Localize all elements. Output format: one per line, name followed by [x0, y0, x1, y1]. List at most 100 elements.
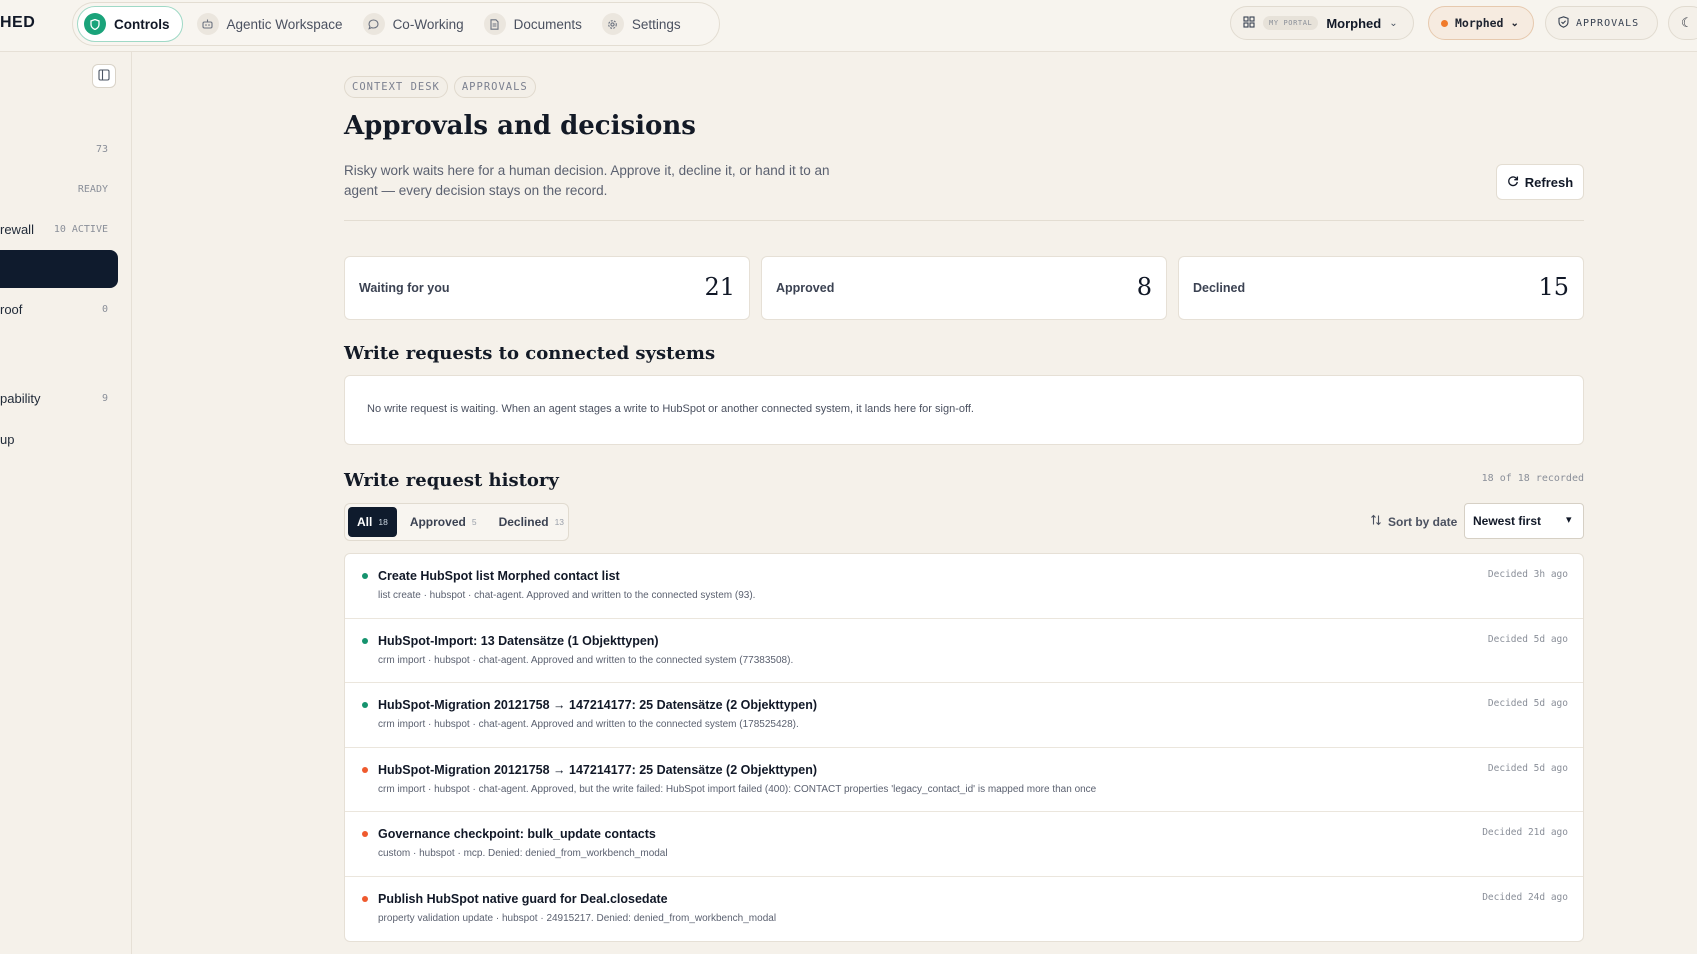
stat-label: Declined [1193, 281, 1246, 295]
history-row-detail: crm import · hubspot · chat-agent. Appro… [378, 783, 1097, 795]
nav-documents[interactable]: Documents [474, 6, 592, 42]
history-row[interactable]: Governance checkpoint: bulk_update conta… [345, 812, 1583, 877]
sidebar-item-capability[interactable]: pability 9 [0, 383, 118, 413]
history-row-timestamp: Decided 24d ago [1482, 891, 1568, 903]
filter-count: 5 [471, 517, 477, 527]
history-row[interactable]: HubSpot-Import: 13 Datensätze (1 Objektt… [345, 619, 1583, 683]
sidebar-item-firewall[interactable]: rewall 10 ACTIVE [0, 214, 118, 244]
approvals-label: APPROVALS [1576, 17, 1640, 29]
nav-co-working[interactable]: Co-Working [353, 6, 474, 42]
nav-settings[interactable]: Settings [592, 6, 691, 42]
refresh-button[interactable]: Refresh [1496, 164, 1584, 200]
nav-controls[interactable]: Controls [77, 6, 183, 42]
status-dot-declined [362, 831, 368, 837]
sidebar: 73 READY rewall 10 ACTIVE roof 0 pabilit… [0, 52, 132, 954]
stat-card-approved[interactable]: Approved 8 [761, 256, 1167, 320]
filter-approved[interactable]: Approved 5 [401, 507, 486, 537]
refresh-label: Refresh [1524, 174, 1574, 190]
sidebar-item-label: rewall [0, 221, 34, 237]
filter-count: 18 [378, 517, 388, 527]
history-row-title: Publish HubSpot native guard for Deal.cl… [378, 891, 668, 906]
theme-toggle[interactable]: ☾ [1668, 6, 1697, 40]
status-dot [1441, 19, 1448, 27]
write-requests-empty-state: No write request is waiting. When an age… [344, 375, 1584, 445]
history-title: Write request history [344, 470, 559, 491]
sidebar-item-label: up [0, 431, 15, 447]
nav-label: Controls [114, 16, 170, 32]
sidebar-item-proof[interactable]: roof 0 [0, 294, 118, 324]
nav-label: Documents [513, 16, 582, 32]
sidebar-item-count: 9 [101, 392, 108, 404]
status-dot-approved [362, 637, 368, 644]
status-dot-declined [362, 766, 368, 773]
stat-label: Approved [776, 281, 835, 295]
history-row-timestamp: Decided 21d ago [1482, 827, 1568, 838]
breadcrumb-item[interactable]: APPROVALS [453, 76, 536, 98]
history-row-detail: custom · hubspot · mcp. Denied: denied_f… [378, 848, 668, 859]
history-row[interactable]: HubSpot-Migration 20121758 → 147214177: … [345, 748, 1583, 812]
recorded-count: 18 of 18 recorded [1481, 473, 1584, 484]
history-list: Create HubSpot list Morphed contact list… [344, 553, 1584, 942]
gear-icon [601, 13, 624, 35]
nav-label: Settings [631, 16, 681, 32]
sidebar-item-label: roof [0, 301, 23, 317]
filter-declined[interactable]: Declined 13 [490, 507, 573, 537]
portal-switcher[interactable]: MY PORTAL Morphed ⌄ [1230, 6, 1414, 40]
sort-icon [1370, 514, 1382, 529]
sidebar-item-label: pability [0, 390, 41, 406]
document-icon [483, 13, 506, 35]
history-row-detail: list create · hubspot · chat-agent. Appr… [378, 590, 756, 601]
status-dot-approved [362, 573, 368, 579]
page-title: Approvals and decisions [344, 111, 696, 141]
workspace-label: Morphed [1455, 16, 1504, 30]
sidebar-item-count: 73 [95, 143, 108, 155]
write-requests-title: Write requests to connected systems [344, 343, 716, 364]
history-row[interactable]: HubSpot-Migration 20121758 → 147214177: … [345, 683, 1583, 748]
portal-name: Morphed [1326, 15, 1382, 31]
sidebar-item[interactable]: READY [0, 174, 118, 204]
filter-all[interactable]: All 18 [348, 507, 397, 537]
sidebar-item[interactable]: 73 [0, 134, 118, 164]
stat-label: Waiting for you [359, 281, 450, 295]
breadcrumb-item[interactable]: CONTEXT DESK [344, 76, 448, 98]
history-row[interactable]: Create HubSpot list Morphed contact list… [345, 554, 1583, 619]
shield-check-icon [1558, 15, 1569, 31]
history-row-timestamp: Decided 3h ago [1487, 569, 1568, 580]
history-row-title: HubSpot-Migration 20121758 → 147214177: … [378, 762, 818, 777]
robot-icon [196, 13, 219, 35]
filter-label: Declined [498, 515, 549, 529]
nav-agentic-workspace[interactable]: Agentic Workspace [187, 6, 353, 42]
sort-label: Sort by date [1370, 514, 1457, 529]
sidebar-item-active[interactable] [0, 250, 118, 288]
filter-label: Approved [409, 515, 466, 529]
approvals-button[interactable]: APPROVALS [1545, 6, 1658, 40]
sort-order-select[interactable]: Newest first [1464, 503, 1584, 539]
main-nav: Controls Agentic Workspace Co-Working Do… [72, 2, 720, 46]
stat-value: 15 [1538, 273, 1569, 301]
history-row-detail: crm import · hubspot · chat-agent. Appro… [378, 719, 799, 730]
history-row-title: Create HubSpot list Morphed contact list [378, 569, 620, 583]
history-row-detail: crm import · hubspot · chat-agent. Appro… [378, 654, 794, 666]
stat-value: 21 [704, 273, 735, 301]
filter-label: All [357, 515, 373, 529]
history-filter-tabs: All 18 Approved 5 Declined 13 [344, 503, 569, 541]
chevron-down-icon: ⌄ [1389, 17, 1398, 29]
stat-card-waiting[interactable]: Waiting for you 21 [344, 256, 750, 320]
moon-icon: ☾ [1681, 15, 1693, 30]
history-row-title: HubSpot-Migration 20121758 → 147214177: … [378, 698, 818, 712]
brand-logo[interactable]: HED [0, 14, 35, 32]
sidebar-item-status: 10 ACTIVE [53, 223, 108, 235]
sidebar-item-status: READY [77, 183, 108, 195]
stat-value: 8 [1136, 273, 1152, 301]
portal-tag: MY PORTAL [1263, 16, 1319, 30]
workspace-switcher[interactable]: Morphed ⌄ [1428, 6, 1534, 40]
history-row[interactable]: Publish HubSpot native guard for Deal.cl… [345, 877, 1583, 942]
chevron-down-icon: ⌄ [1510, 17, 1519, 29]
stat-card-declined[interactable]: Declined 15 [1178, 256, 1584, 320]
grid-icon [1243, 15, 1255, 31]
sidebar-collapse-button[interactable] [92, 64, 116, 88]
filter-count: 13 [554, 517, 565, 527]
sidebar-item-group[interactable]: up [0, 424, 118, 454]
divider [344, 220, 1584, 221]
nav-label: Agentic Workspace [226, 16, 343, 32]
